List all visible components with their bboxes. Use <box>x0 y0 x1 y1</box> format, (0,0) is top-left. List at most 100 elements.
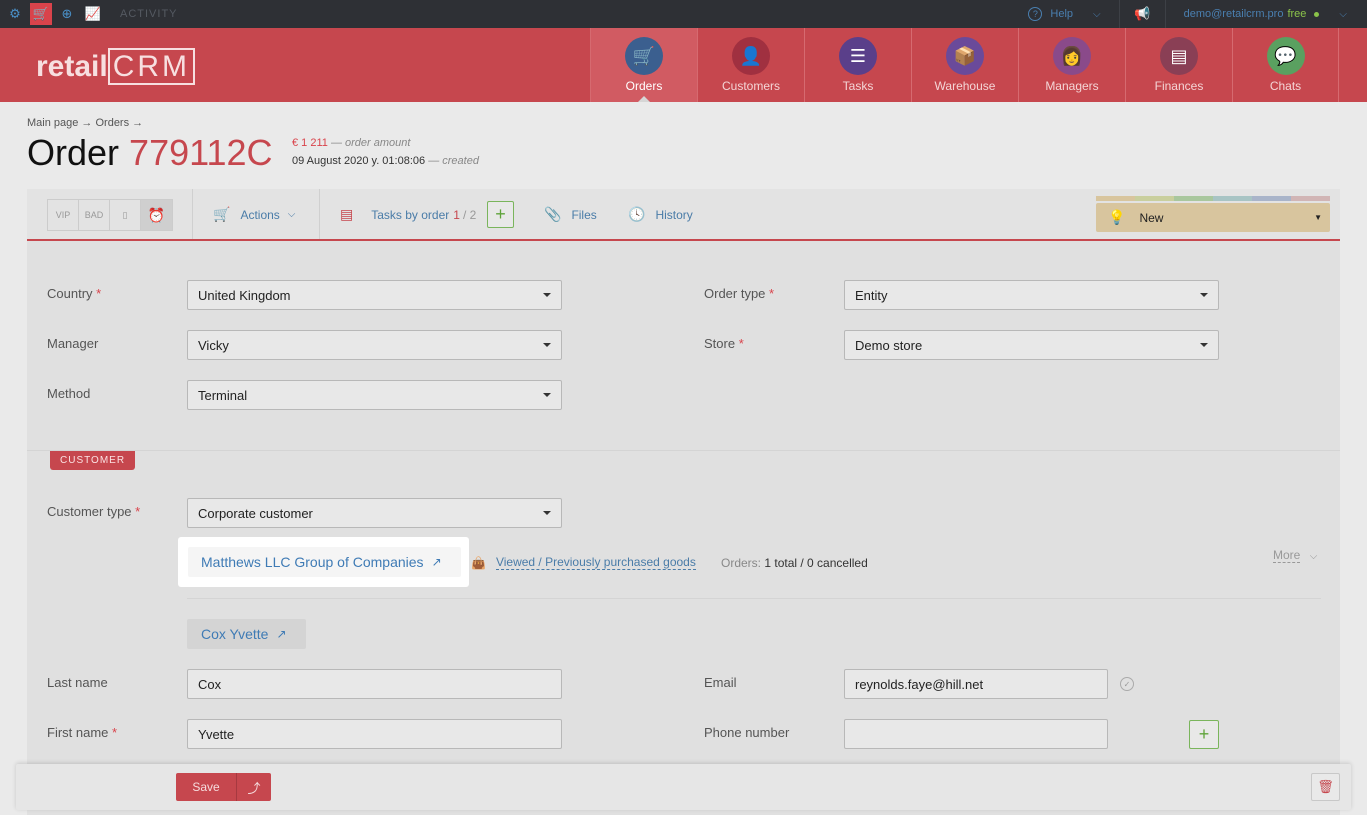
nav-label: Warehouse <box>934 79 996 93</box>
external-link-icon: ↗ <box>431 555 442 569</box>
store-select[interactable]: Demo store <box>844 330 1219 360</box>
order-amount: € 1 211 <box>292 137 328 149</box>
phone-label: Phone number <box>704 725 790 740</box>
delete-button[interactable]: 🗑 <box>1311 773 1340 801</box>
top-bar: ⚙ 🛒 ⊕ 📈 ACTIVITY ? Help ⌵ 📢 demo@retailc… <box>0 0 1367 28</box>
chevron-down-icon: ⌵ <box>1093 8 1101 20</box>
manager-select[interactable]: Vicky <box>187 330 562 360</box>
method-select[interactable]: Terminal <box>187 380 562 410</box>
files-button[interactable]: 📎 Files <box>544 206 597 223</box>
email-label: Email <box>704 675 737 690</box>
company-link[interactable]: Matthews LLC Group of Companies ↗ <box>188 547 461 577</box>
main-nav: 🛒 Orders 👤 Customers ☰ Tasks 📦 Warehouse… <box>590 28 1339 102</box>
finances-icon: ▤ <box>1160 37 1198 75</box>
crosshair-icon[interactable]: ⊕ <box>56 3 78 25</box>
tasks-icon: ☰ <box>839 37 877 75</box>
nav-finances[interactable]: ▤ Finances <box>1125 28 1232 102</box>
contact-person-link[interactable]: Cox Yvette ↗ <box>187 619 306 649</box>
manager-label: Manager <box>47 336 99 351</box>
nav-chats[interactable]: 💬 Chats <box>1232 28 1339 102</box>
nav-label: Chats <box>1269 79 1302 93</box>
country-label: Country * <box>47 286 102 301</box>
announcement-icon[interactable]: 📢 <box>1120 0 1166 28</box>
warehouse-icon: 📦 <box>946 37 984 75</box>
order-type-select[interactable]: Entity <box>844 280 1219 310</box>
country-select[interactable]: United Kingdom <box>187 280 562 310</box>
analytics-icon[interactable]: 📈 <box>82 3 104 25</box>
save-button[interactable]: Save <box>176 773 236 801</box>
cart-icon[interactable]: 🛒 <box>30 3 52 25</box>
nav-label: Customers <box>721 79 780 93</box>
main-header: retail CRM 🛒 Orders 👤 Customers ☰ Tasks 📦… <box>0 28 1367 102</box>
settings-icon[interactable]: ⚙ <box>4 3 26 25</box>
history-button[interactable]: 🕓 History <box>628 206 693 223</box>
order-type-label: Order type * <box>704 286 775 301</box>
viewed-goods-link[interactable]: 👜 Viewed / Previously purchased goods <box>471 555 696 570</box>
nav-label: Tasks <box>842 79 874 93</box>
order-status-select[interactable]: 💡 New ▼ <box>1096 203 1330 232</box>
check-circle-icon: ✓ <box>1120 677 1134 691</box>
page-title: Order 779112C <box>27 132 273 173</box>
more-toggle[interactable]: More ⌵ <box>1273 548 1317 563</box>
order-card: VIP BAD ▯ ⏰ 🛒 Actions ⌵ ▤ Tasks by order… <box>27 189 1340 815</box>
status-color-strip <box>1096 196 1330 201</box>
nav-tasks[interactable]: ☰ Tasks <box>804 28 911 102</box>
last-name-label: Last name <box>47 675 108 690</box>
bottom-action-bar: Save ⤴ 🗑 <box>16 764 1351 810</box>
clock-icon: 🕓 <box>628 206 646 222</box>
email-field[interactable]: reynolds.faye@hill.net <box>844 669 1108 699</box>
alarm-icon[interactable]: ⏰ <box>141 200 172 230</box>
retailcrm-logo[interactable]: retail CRM <box>36 48 196 85</box>
cart-icon: 🛒 <box>625 37 663 75</box>
tasks-by-order[interactable]: ▤ Tasks by order 1 / 2 <box>340 206 476 223</box>
nav-orders[interactable]: 🛒 Orders <box>590 28 697 102</box>
nav-label: Orders <box>625 79 663 93</box>
tasks-icon: ▤ <box>340 206 354 222</box>
add-task-button[interactable]: + <box>487 201 514 228</box>
breadcrumb[interactable]: Main page → Orders → <box>27 117 143 129</box>
first-name-field[interactable]: Yvette <box>187 719 562 749</box>
contact-divider <box>187 598 1321 599</box>
customer-type-select[interactable]: Corporate customer <box>187 498 562 528</box>
nav-label: Finances <box>1154 79 1204 93</box>
customer-type-label: Customer type * <box>47 504 141 519</box>
actions-dropdown[interactable]: 🛒 Actions ⌵ <box>213 206 295 223</box>
trash-icon: 🗑 <box>1317 779 1334 794</box>
order-tags: VIP BAD ▯ ⏰ <box>47 199 173 231</box>
tag-bad[interactable]: BAD <box>79 200 110 230</box>
nav-customers[interactable]: 👤 Customers <box>697 28 804 102</box>
help-menu[interactable]: ? Help ⌵ <box>1010 0 1120 28</box>
save-and-exit-button[interactable]: ⤴ <box>236 773 271 801</box>
paperclip-icon: 📎 <box>544 206 562 222</box>
activity-label[interactable]: ACTIVITY <box>120 8 178 20</box>
method-label: Method <box>47 386 91 401</box>
first-name-label: First name * <box>47 725 118 740</box>
help-icon: ? <box>1028 7 1043 21</box>
last-name-field[interactable]: Cox <box>187 669 562 699</box>
chevron-down-icon: ⌵ <box>287 209 296 220</box>
add-phone-button[interactable]: + <box>1189 720 1219 749</box>
store-label: Store * <box>704 336 744 351</box>
manager-icon: 👩 <box>1053 37 1091 75</box>
section-divider <box>27 450 1340 451</box>
tag-vip[interactable]: VIP <box>48 200 79 230</box>
plan-badge: free <box>1287 8 1307 20</box>
phone-field[interactable] <box>844 719 1108 749</box>
shopping-bag-icon: 👜 <box>471 555 486 570</box>
help-label: Help <box>1050 8 1074 20</box>
customer-section-badge: CUSTOMER <box>50 451 136 470</box>
user-menu[interactable]: demo@retailcrm.pro free ⌵ <box>1166 8 1367 20</box>
calendar-icon[interactable]: ▯ <box>110 200 141 230</box>
online-status-icon <box>1314 11 1320 17</box>
user-email: demo@retailcrm.pro <box>1183 8 1284 20</box>
nav-managers[interactable]: 👩 Managers <box>1018 28 1125 102</box>
nav-warehouse[interactable]: 📦 Warehouse <box>911 28 1018 102</box>
caret-down-icon: ▼ <box>1314 213 1322 222</box>
chevron-down-icon: ⌵ <box>1339 8 1347 20</box>
external-link-icon: ↗ <box>276 627 287 641</box>
order-created-date: 09 August 2020 y. 01:08:06 <box>292 155 426 167</box>
chats-icon: 💬 <box>1266 37 1305 75</box>
arrow-up-icon: ⤴ <box>247 780 261 796</box>
nav-label: Managers <box>1045 79 1099 93</box>
order-meta: € 1 211 — order amount 09 August 2020 y.… <box>292 137 479 167</box>
